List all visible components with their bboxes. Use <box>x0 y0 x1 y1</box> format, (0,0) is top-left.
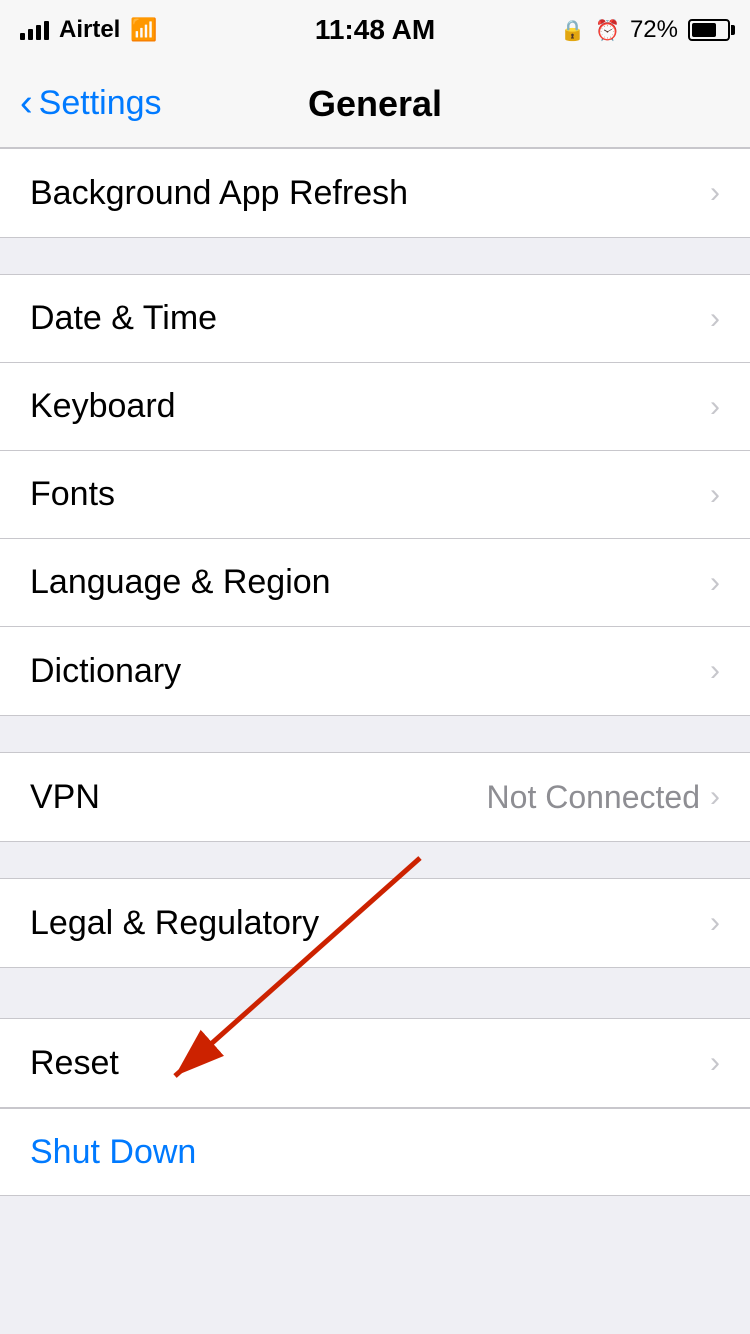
back-button[interactable]: ‹ Settings <box>20 84 162 123</box>
vpn-right: Not Connected › <box>487 779 720 816</box>
fonts-right: › <box>710 480 720 510</box>
status-left: Airtel 📶 <box>20 16 158 44</box>
language-region-right: › <box>710 568 720 598</box>
spacer-2 <box>0 716 750 752</box>
status-right: 🔒 ⏰ 72% <box>560 16 730 44</box>
chevron-right-icon: › <box>710 568 720 598</box>
spacer-1 <box>0 238 750 274</box>
shut-down-row[interactable]: Shut Down <box>0 1108 750 1196</box>
list-item-background-app-refresh[interactable]: Background App Refresh › <box>0 149 750 237</box>
signal-bars-icon <box>20 20 49 40</box>
status-time: 11:48 AM <box>315 14 435 46</box>
chevron-right-icon: › <box>710 304 720 334</box>
back-chevron-icon: ‹ <box>20 84 33 122</box>
spacer-4 <box>0 968 750 1018</box>
carrier-label: Airtel <box>59 16 120 44</box>
dictionary-label: Dictionary <box>30 652 181 691</box>
background-app-refresh-label: Background App Refresh <box>30 174 408 213</box>
battery-icon <box>688 19 730 41</box>
nav-bar: ‹ Settings General <box>0 60 750 148</box>
reset-label: Reset <box>30 1044 119 1083</box>
back-label: Settings <box>39 84 162 123</box>
vpn-status-value: Not Connected <box>487 779 700 816</box>
battery-fill <box>692 23 716 37</box>
group-vpn: VPN Not Connected › <box>0 752 750 842</box>
list-item-date-time[interactable]: Date & Time › <box>0 275 750 363</box>
language-region-label: Language & Region <box>30 563 331 602</box>
status-bar: Airtel 📶 11:48 AM 🔒 ⏰ 72% <box>0 0 750 60</box>
group-legal: Legal & Regulatory › <box>0 878 750 968</box>
chevron-right-icon: › <box>710 1048 720 1078</box>
group-reset: Reset › <box>0 1018 750 1108</box>
page-title: General <box>308 83 442 125</box>
group-background: Background App Refresh › <box>0 148 750 238</box>
battery-percent-label: 72% <box>630 16 678 44</box>
list-item-legal-regulatory[interactable]: Legal & Regulatory › <box>0 879 750 967</box>
spacer-bottom <box>0 1196 750 1256</box>
list-item-keyboard[interactable]: Keyboard › <box>0 363 750 451</box>
chevron-right-icon: › <box>710 908 720 938</box>
settings-content: Background App Refresh › Date & Time › K… <box>0 148 750 1256</box>
keyboard-label: Keyboard <box>30 387 176 426</box>
legal-regulatory-label: Legal & Regulatory <box>30 904 319 943</box>
lock-icon: 🔒 <box>560 18 585 43</box>
date-time-right: › <box>710 304 720 334</box>
chevron-right-icon: › <box>710 480 720 510</box>
chevron-right-icon: › <box>710 178 720 208</box>
chevron-right-icon: › <box>710 782 720 812</box>
keyboard-right: › <box>710 392 720 422</box>
date-time-label: Date & Time <box>30 299 217 338</box>
legal-regulatory-right: › <box>710 908 720 938</box>
background-app-refresh-right: › <box>710 178 720 208</box>
chevron-right-icon: › <box>710 392 720 422</box>
fonts-label: Fonts <box>30 475 115 514</box>
spacer-3 <box>0 842 750 878</box>
list-item-language-region[interactable]: Language & Region › <box>0 539 750 627</box>
dictionary-right: › <box>710 656 720 686</box>
group-reset-container: Reset › <box>0 1018 750 1108</box>
list-item-dictionary[interactable]: Dictionary › <box>0 627 750 715</box>
wifi-icon: 📶 <box>130 17 157 43</box>
annotation-arrow <box>0 968 750 1018</box>
chevron-right-icon: › <box>710 656 720 686</box>
reset-right: › <box>710 1048 720 1078</box>
vpn-label: VPN <box>30 778 100 817</box>
alarm-icon: ⏰ <box>595 18 620 43</box>
list-item-reset[interactable]: Reset › <box>0 1019 750 1107</box>
shut-down-label[interactable]: Shut Down <box>30 1133 196 1172</box>
list-item-fonts[interactable]: Fonts › <box>0 451 750 539</box>
list-item-vpn[interactable]: VPN Not Connected › <box>0 753 750 841</box>
group-datetime-etc: Date & Time › Keyboard › Fonts › Languag… <box>0 274 750 716</box>
